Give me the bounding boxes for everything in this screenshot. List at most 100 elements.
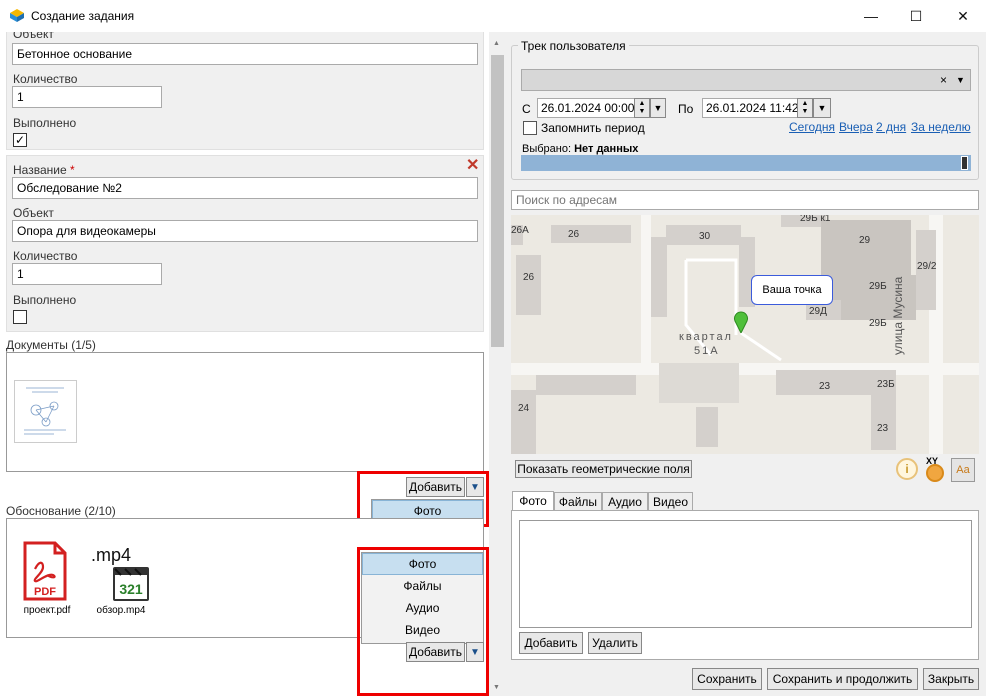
close-window-button[interactable]: ✕ [940,0,986,32]
mp4-file-name: обзор.mp4 [96,605,146,616]
tab-video[interactable]: Видео [648,492,693,511]
from-date-field[interactable]: 26.01.2024 00:00 [537,98,635,118]
spin-down-icon[interactable]: ▼ [802,108,809,116]
map-label: 24 [518,403,530,414]
window-title: Создание задания [31,9,135,23]
done-checkbox[interactable] [13,310,27,324]
pdf-file-name: проект.pdf [23,605,71,616]
close-button[interactable]: Закрыть [923,668,979,690]
remember-period-checkbox[interactable] [523,121,537,135]
spin-up-icon[interactable]: ▲ [802,100,809,108]
save-button[interactable]: Сохранить [692,668,762,690]
spin-down-icon[interactable]: ▼ [639,108,646,116]
map-district-label: квартал [679,331,733,343]
title-bar: Создание задания — ☐ ✕ [0,0,986,32]
minimize-button[interactable]: — [848,0,894,32]
map-path [740,331,782,362]
map-canvas[interactable] [511,215,979,454]
menu-item-video[interactable]: Видео [362,619,483,641]
info-icon[interactable]: i [896,458,918,480]
app-icon [10,9,24,22]
map-district-number: 51А [694,345,720,357]
basis-add-button[interactable]: Добавить [406,642,465,662]
quantity-field[interactable]: 1 [12,86,162,108]
show-geometry-button[interactable]: Показать геометрические поля [515,460,692,478]
mp4-badge: .mp4 [91,545,131,565]
to-spinner[interactable]: ▲ ▼ [797,98,813,118]
spin-up-icon[interactable]: ▲ [639,100,646,108]
track-combo[interactable]: × ▼ [521,69,971,91]
save-continue-button[interactable]: Сохранить и продолжить [767,668,918,690]
menu-item-audio[interactable]: Аудио [362,597,483,619]
attachments-add-button[interactable]: Добавить [519,632,583,654]
done-checkbox[interactable]: ✓ [13,133,27,147]
scroll-down-icon[interactable]: ▼ [493,684,500,691]
documents-box [6,352,484,472]
scroll-up-icon[interactable]: ▲ [493,40,500,47]
from-label: С [522,102,531,116]
name-label: Название * [13,163,75,177]
quantity-field[interactable]: 1 [12,263,162,285]
link-yesterday[interactable]: Вчера [839,120,873,134]
tab-audio[interactable]: Аудио [602,492,648,511]
coordinates-icon[interactable]: XY [924,456,948,482]
map-label: 26 [568,229,580,240]
link-two-days[interactable]: 2 дня [876,120,906,134]
text-labels-icon[interactable]: Aa [951,458,975,482]
pdf-icon: PDF [23,541,67,601]
documents-add-button[interactable]: Добавить [406,477,465,497]
mp4-file-item[interactable]: .mp4 321 обзор.mp4 [87,539,151,616]
object-field[interactable]: Бетонное основание [12,43,478,65]
maximize-button[interactable]: ☐ [893,0,939,32]
selected-prefix: Выбрано: [522,143,572,155]
combo-dropdown-icon[interactable]: ▼ [956,75,965,85]
attachments-delete-button[interactable]: Удалить [588,632,642,654]
address-search-input[interactable] [511,190,979,210]
from-spinner[interactable]: ▲ ▼ [634,98,650,118]
remember-period-label: Запомнить период [541,121,645,135]
to-date-field[interactable]: 26.01.2024 11:42 [702,98,798,118]
object-field[interactable]: Опора для видеокамеры [12,220,478,242]
map-building [651,237,667,317]
map-area [659,363,739,403]
documents-add-dropdown[interactable]: ▼ [466,477,484,497]
link-week[interactable]: За неделю [911,120,971,134]
quantity-label: Количество [13,249,78,263]
map-building [516,255,541,315]
basis-add-dropdown[interactable]: ▼ [466,642,484,662]
selected-status: Выбрано: Нет данных [522,143,638,155]
track-range-bar[interactable] [521,155,971,171]
pdf-badge: PDF [34,586,56,598]
combo-clear-icon[interactable]: × [940,73,947,87]
document-thumbnail[interactable] [14,380,77,443]
marker-callout: Ваша точка [751,275,833,305]
pdf-file-item[interactable]: PDF проект.pdf [13,539,77,616]
tab-files[interactable]: Файлы [554,492,602,511]
map-road [511,363,979,375]
from-calendar-dropdown[interactable]: ▼ [650,98,666,118]
map-building [551,225,631,243]
map-view[interactable]: 26А 26 30 29Б к1 29 29/2 26 29Б 29Д 29Б … [511,215,979,454]
map-label: 29Б к1 [800,215,831,224]
photo-list [519,520,972,628]
done-label: Выполнено [13,293,77,307]
scroll-thumb[interactable] [491,55,504,347]
track-range-handle[interactable] [961,156,968,170]
menu-item-photo[interactable]: Фото [362,553,483,575]
name-field[interactable]: Обследование №2 [12,177,478,199]
menu-item-files[interactable]: Файлы [362,575,483,597]
object-label: Объект [13,206,54,220]
to-calendar-dropdown[interactable]: ▼ [813,98,831,118]
task-list-panel: Объект Бетонное основание Количество 1 В… [0,32,489,696]
tab-photo[interactable]: Фото [512,491,554,511]
required-mark: * [69,163,75,177]
video-file-icon: .mp4 321 [87,539,151,603]
attachments-panel: Добавить Удалить [511,510,979,660]
delete-task-icon[interactable]: ✕ [466,158,480,174]
map-label: 29 [859,235,871,246]
quantity-label: Количество [13,72,78,86]
location-pin-icon[interactable] [733,311,749,333]
link-today[interactable]: Сегодня [789,120,835,134]
video-counter: 321 [119,581,143,597]
map-label: 26А [511,225,529,236]
